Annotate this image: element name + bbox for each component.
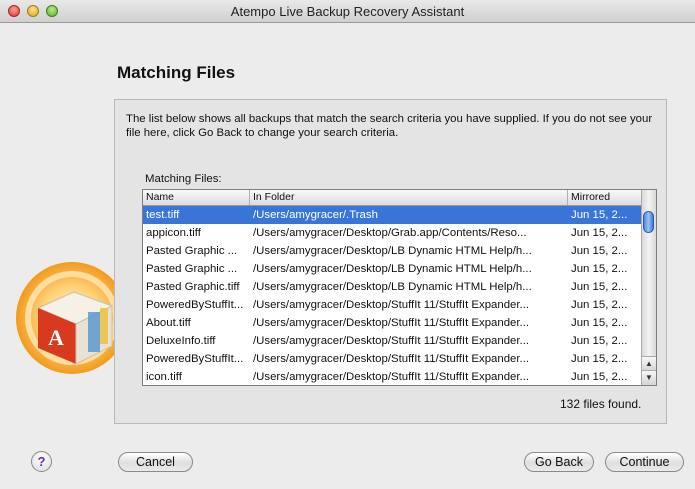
table-row[interactable]: test.tiff/Users/amygracer/.Trash Jun 15, … [143, 206, 643, 224]
mirrored-date-cell: Jun 15, 2... [571, 263, 628, 275]
mirrored-date-cell: Jun 15, 2... [571, 335, 628, 347]
folder-cell: /Users/amygracer/Desktop/Grab.app/Conten… [253, 227, 527, 239]
continue-button[interactable]: Continue [605, 452, 684, 472]
column-header-name[interactable]: Name [143, 190, 250, 205]
file-name-cell: About.tiff [146, 317, 191, 329]
recovery-assistant-window: Atempo Live Backup Recovery Assistant A … [0, 0, 695, 489]
mirrored-date-cell: Jun 15, 2... [571, 281, 628, 293]
window-title: Atempo Live Backup Recovery Assistant [230, 4, 465, 19]
table-body: test.tiff/Users/amygracer/.Trash Jun 15, … [143, 206, 643, 385]
table-row[interactable]: PoweredByStuffIt... /Users/amygracer/Desk… [143, 296, 643, 314]
folder-cell: /Users/amygracer/Desktop/StuffIt 11/Stuf… [253, 335, 530, 347]
mirrored-date-cell: Jun 15, 2... [571, 353, 628, 365]
file-name-cell: icon.tiff [146, 371, 182, 383]
table-header: Name In Folder Mirrored [143, 190, 643, 206]
folder-cell: /Users/amygracer/Desktop/LB Dynamic HTML… [253, 281, 532, 293]
cancel-button[interactable]: Cancel [118, 452, 193, 472]
svg-text:A: A [48, 325, 64, 350]
file-name-cell: test.tiff [146, 209, 180, 221]
table-row[interactable]: icon.tiff/Users/amygracer/Desktop/StuffI… [143, 368, 643, 385]
file-name-cell: Pasted Graphic ... [146, 245, 238, 257]
folder-cell: /Users/amygracer/Desktop/LB Dynamic HTML… [253, 245, 532, 257]
file-name-cell: appicon.tiff [146, 227, 201, 239]
file-name-cell: PoweredByStuffIt... [146, 353, 244, 365]
file-name-cell: Pasted Graphic ... [146, 263, 238, 275]
scroll-down-arrow-icon[interactable]: ▼ [642, 370, 656, 385]
folder-cell: /Users/amygracer/.Trash [253, 209, 378, 221]
file-name-cell: Pasted Graphic.tiff [146, 281, 240, 293]
folder-cell: /Users/amygracer/Desktop/StuffIt 11/Stuf… [253, 353, 530, 365]
files-found-count: 132 files found. [560, 397, 642, 411]
scroll-thumb[interactable] [643, 211, 654, 233]
table-row[interactable]: Pasted Graphic ... /Users/amygracer/Deskt… [143, 260, 643, 278]
folder-cell: /Users/amygracer/Desktop/StuffIt 11/Stuf… [253, 317, 530, 329]
table-row[interactable]: appicon.tiff/Users/amygracer/Desktop/Gra… [143, 224, 643, 242]
table-row[interactable]: Pasted Graphic.tiff/Users/amygracer/Desk… [143, 278, 643, 296]
matching-files-table[interactable]: Name In Folder Mirrored test.tiff/Users/… [142, 189, 657, 386]
folder-cell: /Users/amygracer/Desktop/LB Dynamic HTML… [253, 263, 532, 275]
folder-cell: /Users/amygracer/Desktop/StuffIt 11/Stuf… [253, 371, 530, 383]
folder-cell: /Users/amygracer/Desktop/StuffIt 11/Stuf… [253, 299, 530, 311]
matching-files-label: Matching Files: [145, 173, 222, 185]
help-icon[interactable]: ? [31, 451, 52, 472]
mirrored-date-cell: Jun 15, 2... [571, 245, 628, 257]
file-name-cell: DeluxeInfo.tiff [146, 335, 216, 347]
title-bar: Atempo Live Backup Recovery Assistant [0, 0, 695, 23]
vertical-scrollbar[interactable]: ▲ ▼ [641, 190, 656, 385]
file-name-cell: PoweredByStuffIt... [146, 299, 244, 311]
table-row[interactable]: DeluxeInfo.tiff/Users/amygracer/Desktop/… [143, 332, 643, 350]
scroll-up-arrow-icon[interactable]: ▲ [642, 356, 656, 371]
go-back-button[interactable]: Go Back [524, 452, 594, 472]
mirrored-date-cell: Jun 15, 2... [571, 227, 628, 239]
instructions-text: The list below shows all backups that ma… [126, 113, 653, 139]
table-row[interactable]: About.tiff/Users/amygracer/Desktop/Stuff… [143, 314, 643, 332]
mirrored-date-cell: Jun 15, 2... [571, 371, 628, 383]
column-header-mirrored[interactable]: Mirrored [568, 190, 643, 205]
mirrored-date-cell: Jun 15, 2... [571, 299, 628, 311]
page-title: Matching Files [117, 63, 236, 82]
mirrored-date-cell: Jun 15, 2... [571, 209, 628, 221]
table-row[interactable]: PoweredByStuffIt... /Users/amygracer/Desk… [143, 350, 643, 368]
table-row[interactable]: Pasted Graphic ... /Users/amygracer/Deskt… [143, 242, 643, 260]
mirrored-date-cell: Jun 15, 2... [571, 317, 628, 329]
column-header-in-folder[interactable]: In Folder [250, 190, 568, 205]
